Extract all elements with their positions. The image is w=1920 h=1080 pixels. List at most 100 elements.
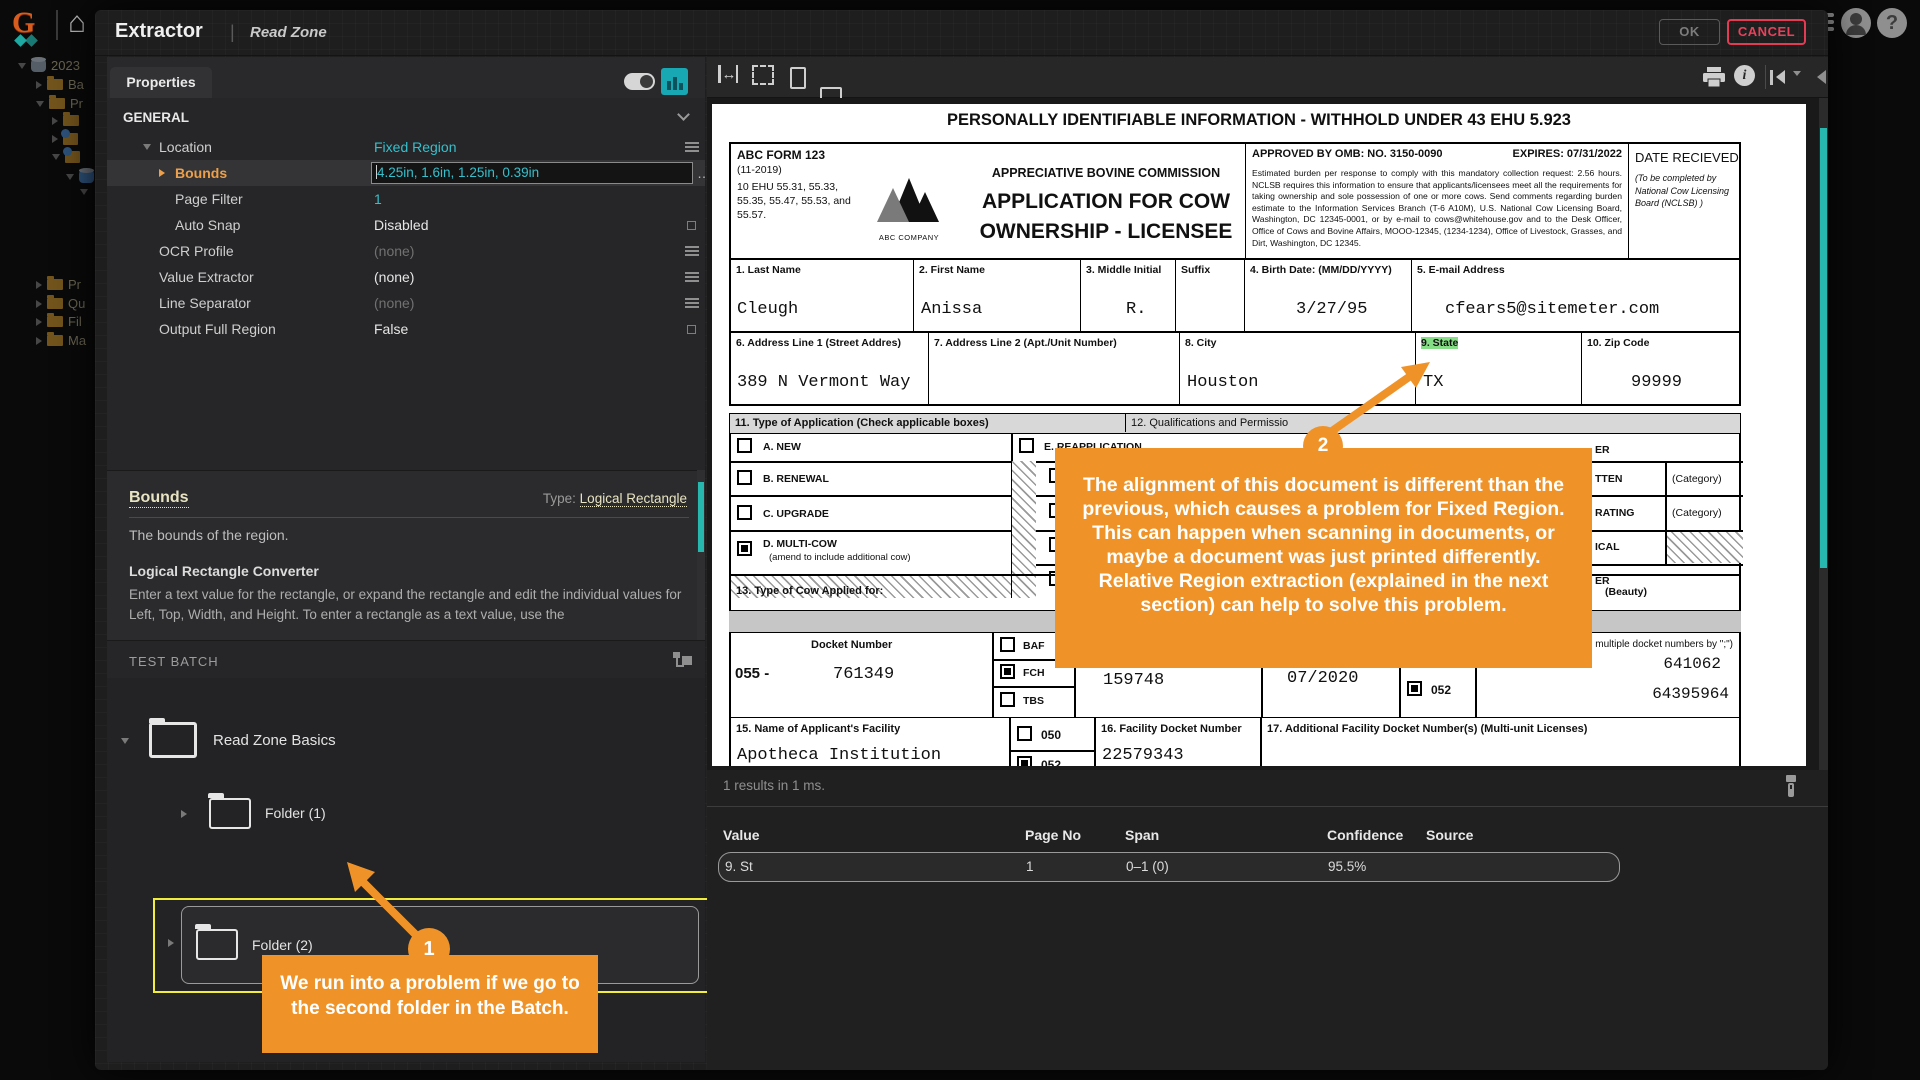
left-panel: Properties GENERAL Location Fixed Region… — [107, 57, 717, 1062]
checkbox-multicow — [737, 541, 752, 556]
doc-header-box: ABC FORM 123 (11-2019) 10 EHU 55.31, 55.… — [729, 142, 1741, 260]
account-icon[interactable] — [1841, 8, 1871, 38]
app-logo[interactable]: G — [12, 6, 38, 47]
toolbar-divider — [1765, 65, 1766, 89]
cancel-button[interactable]: CANCEL — [1727, 19, 1806, 45]
folder-icon — [49, 95, 65, 109]
menu-icon[interactable] — [685, 298, 699, 308]
prop-row-bounds[interactable]: Bounds 4.25in, 1.6in, 1.25in, 0.39in … — [107, 160, 711, 186]
first-page-bar[interactable] — [1770, 70, 1773, 85]
expander-icon[interactable] — [36, 100, 44, 107]
expander-icon[interactable] — [143, 144, 151, 150]
help-description: The bounds of the region. — [129, 527, 289, 543]
expander-icon[interactable] — [80, 189, 88, 195]
tree-node[interactable] — [52, 129, 78, 145]
expander-icon[interactable] — [36, 317, 42, 326]
help-icon[interactable]: ? — [1877, 8, 1907, 38]
tab-properties[interactable]: Properties — [110, 67, 212, 98]
expander-icon[interactable] — [159, 169, 165, 177]
expander-icon[interactable] — [52, 135, 58, 143]
menu-icon[interactable] — [685, 272, 699, 282]
expander-icon[interactable] — [121, 738, 129, 744]
extractor-dialog: Extractor | Read Zone OK CANCEL Properti… — [95, 10, 1828, 1070]
col-source[interactable]: Source — [1426, 827, 1473, 843]
expander-icon[interactable] — [168, 939, 174, 947]
prop-row-location[interactable]: Location Fixed Region — [107, 134, 705, 160]
batch-tree-icon[interactable] — [673, 652, 693, 669]
tutorial-badge-1: 1 — [408, 928, 450, 970]
checkbox-renewal — [737, 470, 752, 485]
tree-node[interactable] — [52, 112, 79, 126]
checkbox-icon[interactable] — [687, 324, 696, 334]
expander-icon[interactable] — [36, 299, 42, 308]
tree-node[interactable] — [66, 168, 94, 183]
tree-node-pr[interactable]: Pr — [36, 95, 83, 111]
tree-node-pr2[interactable]: Pr — [36, 276, 81, 292]
first-page-icon[interactable] — [1776, 70, 1785, 84]
results-summary: 1 results in 1 ms. — [723, 778, 826, 793]
folder-icon — [195, 924, 238, 960]
col-page-no[interactable]: Page No — [1025, 827, 1081, 843]
dialog-title: Extractor — [115, 20, 203, 42]
viewer-scroll-thumb[interactable] — [1820, 128, 1827, 568]
chart-button[interactable] — [661, 68, 688, 95]
viewer-canvas: PERSONALLY IDENTIFIABLE INFORMATION - WI… — [707, 98, 1828, 770]
expander-icon[interactable] — [52, 116, 58, 125]
expander-icon[interactable] — [181, 810, 187, 818]
info-icon[interactable]: i — [1734, 65, 1755, 86]
menu-icon[interactable] — [685, 246, 699, 256]
dropdown-arrow-icon[interactable] — [1793, 71, 1801, 76]
folder-icon — [47, 76, 63, 90]
viewer-scrollbar[interactable] — [1819, 98, 1828, 770]
chevron-down-icon[interactable] — [677, 108, 690, 121]
panel-toggle[interactable] — [624, 73, 655, 90]
tree-node-ba[interactable]: Ba — [36, 76, 84, 92]
checkbox-icon[interactable] — [687, 220, 696, 230]
expander-icon[interactable] — [36, 80, 42, 89]
state-label-highlight: 9. State — [1421, 337, 1459, 349]
omb-cell: APPROVED BY OMB: NO. 3150-0090 EXPIRES: … — [1245, 144, 1628, 258]
checkbox-052b — [1017, 756, 1032, 766]
tree-node-ma[interactable]: Ma — [36, 332, 86, 348]
prop-row-auto-snap[interactable]: Auto Snap Disabled — [107, 212, 705, 238]
col-value[interactable]: Value — [723, 827, 760, 843]
clear-results-icon[interactable] — [1783, 774, 1799, 800]
abc-company-logo: ABC COMPANY — [869, 170, 949, 242]
home-icon[interactable]: ⌂ — [68, 6, 86, 40]
tree-node-2023[interactable]: 2023 — [18, 57, 80, 73]
expander-icon[interactable] — [66, 173, 74, 180]
prop-row-ocr-profile[interactable]: OCR Profile (none) — [107, 238, 705, 264]
tree-node[interactable] — [80, 189, 88, 195]
prop-row-value-extractor[interactable]: Value Extractor (none) — [107, 264, 705, 290]
ok-button[interactable]: OK — [1659, 19, 1720, 45]
tree-node-fil[interactable]: Fil — [36, 313, 82, 329]
expander-icon[interactable] — [36, 336, 42, 345]
expander-icon[interactable] — [36, 280, 42, 289]
fit-width-icon[interactable]: ↔ — [718, 65, 738, 83]
region-select-icon[interactable] — [752, 65, 774, 85]
tree-node[interactable] — [52, 147, 80, 163]
result-row[interactable]: 9. St 1 0–1 (0) 95.5% — [718, 852, 1620, 882]
scroll-thumb[interactable] — [698, 482, 704, 552]
item-icon — [79, 168, 94, 183]
expander-icon[interactable] — [52, 154, 60, 160]
menu-icon[interactable] — [685, 142, 699, 152]
prop-row-line-separator[interactable]: Line Separator (none) — [107, 290, 705, 316]
panel-scrollbar[interactable] — [697, 470, 705, 640]
checkbox-052 — [1407, 681, 1422, 696]
prop-row-page-filter[interactable]: Page Filter 1 — [107, 186, 705, 212]
tree-node-qu[interactable]: Qu — [36, 295, 85, 311]
section-general[interactable]: GENERAL — [123, 110, 189, 125]
col-confidence[interactable]: Confidence — [1327, 827, 1403, 843]
database-icon — [31, 57, 46, 72]
property-help-panel: Bounds Type: Logical Rectangle The bound… — [107, 470, 705, 640]
type-link[interactable]: Logical Rectangle — [579, 491, 687, 507]
bounds-input[interactable]: 4.25in, 1.6in, 1.25in, 0.39in — [371, 162, 693, 184]
col-span[interactable]: Span — [1125, 827, 1159, 843]
expander-icon[interactable] — [18, 62, 26, 69]
breadcrumb: Read Zone — [250, 24, 327, 41]
printer-icon[interactable] — [1702, 66, 1726, 88]
prop-row-output-full-region[interactable]: Output Full Region False — [107, 316, 705, 342]
prev-page-icon[interactable] — [1817, 70, 1826, 84]
pages-icon[interactable] — [790, 64, 811, 90]
